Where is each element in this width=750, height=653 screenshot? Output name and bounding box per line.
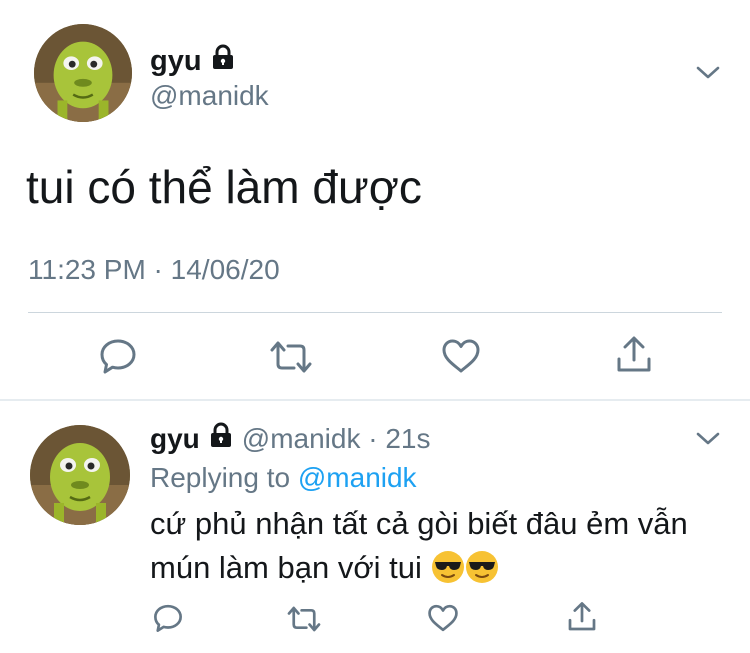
author-name[interactable]: gyu	[150, 45, 202, 78]
chevron-down-icon[interactable]	[694, 62, 722, 87]
tweet-text: tui có thể làm được	[26, 161, 422, 213]
author-name[interactable]: gyu	[150, 423, 200, 455]
share-icon[interactable]	[566, 600, 598, 639]
retweet-icon[interactable]	[268, 338, 314, 381]
replying-prefix: Replying to	[150, 462, 298, 493]
like-icon[interactable]	[426, 603, 460, 638]
divider	[28, 312, 722, 313]
reply-body: cứ phủ nhận tất cả gòi biết đâu ẻm vẫn m…	[150, 506, 688, 585]
avatar[interactable]	[34, 24, 132, 122]
retweet-icon[interactable]	[285, 604, 323, 639]
lock-icon	[208, 422, 234, 455]
replying-to: Replying to @manidk	[150, 462, 417, 494]
author-name-row[interactable]: gyu	[150, 44, 236, 78]
reply-icon[interactable]	[152, 603, 184, 638]
tweet-timestamp[interactable]: 11:23 PM · 14/06/20	[28, 254, 280, 286]
mention-link[interactable]: @manidk	[298, 462, 417, 493]
handle-and-time[interactable]: @manidk · 21s	[242, 423, 431, 455]
author-handle[interactable]: @manidk	[150, 80, 269, 112]
chevron-down-icon[interactable]	[694, 428, 722, 453]
avatar-image	[30, 425, 130, 525]
reply-text: cứ phủ nhận tất cả gòi biết đâu ẻm vẫn m…	[150, 502, 725, 590]
like-icon[interactable]	[440, 337, 482, 380]
sunglasses-emoji	[431, 550, 465, 584]
reply-icon[interactable]	[98, 337, 138, 380]
lock-icon	[210, 44, 236, 78]
share-icon[interactable]	[614, 334, 654, 381]
reply-header: gyu @manidk · 21s	[150, 422, 431, 455]
tweet-separator	[0, 399, 750, 401]
sunglasses-emoji	[465, 550, 499, 584]
avatar-image	[34, 24, 132, 122]
avatar[interactable]	[30, 425, 130, 525]
